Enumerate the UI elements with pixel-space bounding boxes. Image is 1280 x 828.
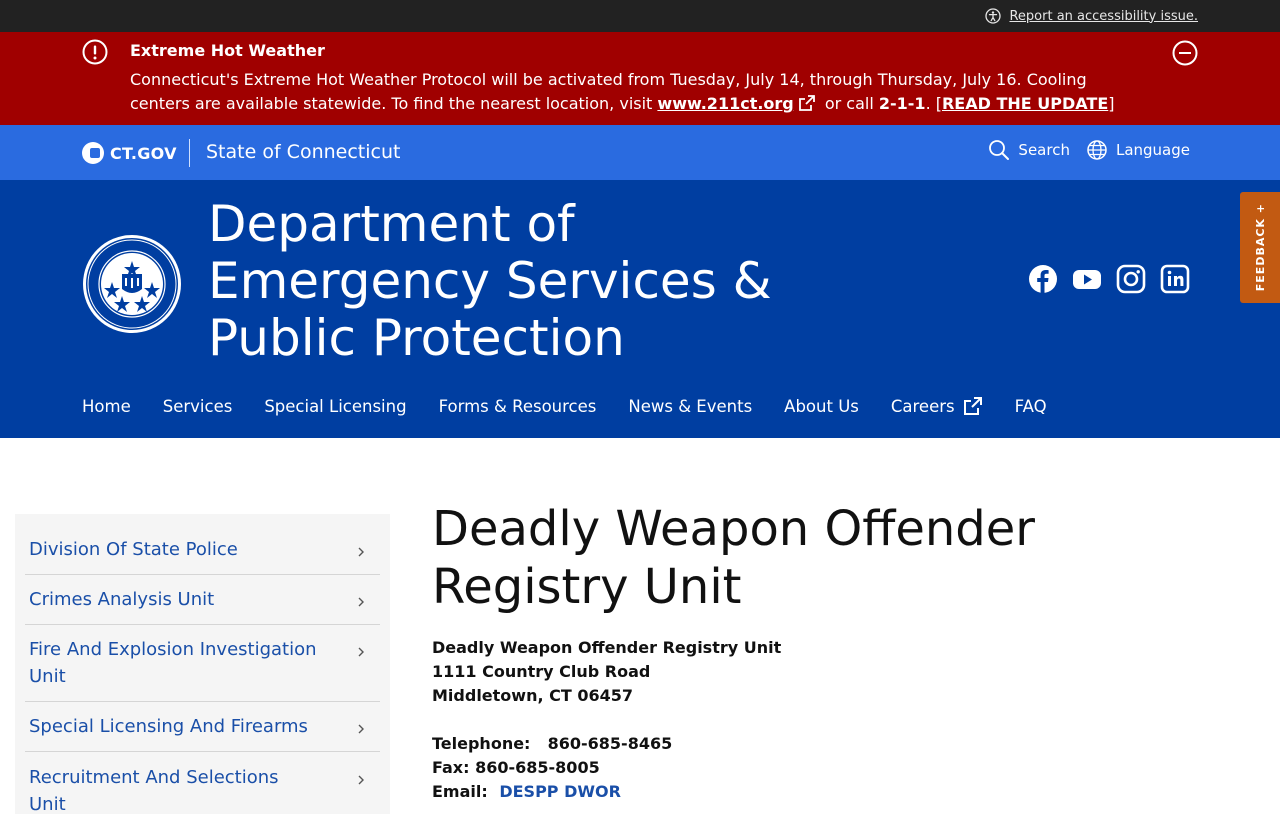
accessibility-report-link[interactable]: Report an accessibility issue. <box>985 6 1198 26</box>
accessibility-link-text: Report an accessibility issue. <box>1009 8 1198 24</box>
fax-label: Fax: <box>432 758 470 777</box>
sidebar-item-label: Special Licensing And Firearms <box>29 716 308 737</box>
ctgov-logo[interactable]: CT.GOV <box>82 141 177 165</box>
ctgov-bar: CT.GOV State of Connecticut Search Langu… <box>0 125 1280 180</box>
sidebar-item-label: Division Of State Police <box>29 539 238 560</box>
nav-news-events-label: News & Events <box>628 396 753 416</box>
chevron-right-icon <box>355 720 367 734</box>
ctgov-logo-text: CT.GOV <box>110 143 177 163</box>
utility-bar: Report an accessibility issue. <box>0 0 1280 32</box>
sidebar-item-special-licensing-firearms[interactable]: Special Licensing And Firearms <box>25 701 380 752</box>
email-label: Email: <box>432 782 488 801</box>
nav-news-events[interactable]: News & Events <box>628 397 752 416</box>
facebook-icon[interactable] <box>1028 264 1058 294</box>
sidebar-item-crimes-analysis-unit[interactable]: Crimes Analysis Unit <box>25 574 380 625</box>
alert-collapse-icon[interactable] <box>1172 40 1198 66</box>
unit-contact: Telephone: 860-685-8465 Fax: 860-685-800… <box>432 732 672 804</box>
alert-text-4: ] <box>1108 94 1115 113</box>
nav-forms-resources-label: Forms & Resources <box>438 396 597 416</box>
sidebar-item-division-of-state-police[interactable]: Division Of State Police <box>25 524 380 575</box>
search-icon <box>989 140 1010 160</box>
agency-title-line2: Emergency Services & <box>208 252 772 310</box>
nav-about-us[interactable]: About Us <box>784 397 859 416</box>
email-row: Email: DESPP DWOR <box>432 780 672 804</box>
linkedin-icon[interactable] <box>1160 264 1190 294</box>
youtube-icon[interactable] <box>1072 264 1102 294</box>
address-name: Deadly Weapon Offender Registry Unit <box>432 638 782 657</box>
ctbar-actions: Search Language <box>988 139 1190 161</box>
language-label: Language <box>1115 141 1190 159</box>
nav-forms-resources[interactable]: Forms & Resources <box>439 397 597 416</box>
alert-body: Connecticut's Extreme Hot Weather Protoc… <box>130 68 1140 116</box>
address-city: Middletown, CT 06457 <box>432 686 633 705</box>
nav-faq[interactable]: FAQ <box>1015 397 1047 416</box>
main-navigation: Home Services Special Licensing Forms & … <box>82 396 1047 416</box>
nav-careers-label: Careers <box>890 396 955 416</box>
globe-icon <box>1087 140 1107 160</box>
agency-title-line3: Public Protection <box>208 309 625 367</box>
sidebar-item-label: Fire And Explosion Investigation Unit <box>29 639 317 687</box>
sidebar-item-recruitment-selections[interactable]: Recruitment And Selections Unit <box>25 751 380 828</box>
nav-home-label: Home <box>82 396 131 416</box>
alert-text-3: . [ <box>925 94 942 113</box>
feedback-tab[interactable]: FEEDBACK + <box>1240 192 1280 303</box>
nav-about-us-label: About Us <box>784 396 859 416</box>
feedback-label: FEEDBACK + <box>1253 203 1267 292</box>
alert-211-link-text: www.211ct.org <box>657 94 794 113</box>
agency-title[interactable]: Department of Emergency Services & Publi… <box>208 196 808 367</box>
sidebar-item-fire-explosion-investigation[interactable]: Fire And Explosion Investigation Unit <box>25 624 380 702</box>
alert-exclamation-icon <box>82 39 108 65</box>
agency-header: Department of Emergency Services & Publi… <box>0 180 1280 438</box>
search-button[interactable]: Search <box>988 139 1070 161</box>
agency-seal-logo[interactable] <box>82 234 182 334</box>
email-link[interactable]: DESPP DWOR <box>499 782 621 801</box>
state-name-link[interactable]: State of Connecticut <box>206 141 400 163</box>
alert-211-link[interactable]: www.211ct.org <box>657 94 819 113</box>
fax-value: 860-685-8005 <box>475 758 600 777</box>
chevron-right-icon <box>355 543 367 557</box>
nav-faq-label: FAQ <box>1014 396 1047 416</box>
chevron-right-icon <box>355 643 367 657</box>
social-links <box>1028 264 1190 294</box>
unit-address: Deadly Weapon Offender Registry Unit 111… <box>432 636 781 708</box>
nav-services[interactable]: Services <box>163 397 233 416</box>
instagram-icon[interactable] <box>1116 264 1146 294</box>
nav-special-licensing[interactable]: Special Licensing <box>264 397 406 416</box>
search-label: Search <box>1018 141 1070 159</box>
telephone-row: Telephone: 860-685-8465 <box>432 732 672 756</box>
sidebar-nav: Division Of State Police Crimes Analysis… <box>15 514 390 815</box>
telephone-value: 860-685-8465 <box>547 734 673 753</box>
agency-title-line1: Department of <box>208 195 575 253</box>
alert-phone: 2-1-1 <box>878 94 926 113</box>
alert-update-link[interactable]: READ THE UPDATE <box>942 94 1108 113</box>
sidebar-item-label: Recruitment And Selections Unit <box>29 767 279 815</box>
nav-careers[interactable]: Careers <box>891 396 983 416</box>
accessibility-icon <box>985 8 1002 24</box>
alert-title: Extreme Hot Weather <box>130 41 325 60</box>
telephone-label: Telephone: <box>432 734 531 753</box>
chevron-right-icon <box>355 771 367 785</box>
weather-alert-banner: Extreme Hot Weather Connecticut's Extrem… <box>0 32 1280 125</box>
language-button[interactable]: Language <box>1086 139 1190 161</box>
alert-text-2: or call <box>819 94 879 113</box>
nav-services-label: Services <box>162 396 233 416</box>
address-street: 1111 Country Club Road <box>432 662 651 681</box>
external-link-icon <box>963 397 982 415</box>
nav-home[interactable]: Home <box>82 397 131 416</box>
external-link-icon <box>798 95 815 111</box>
chevron-right-icon <box>355 593 367 607</box>
page-title: Deadly Weapon Offender Registry Unit <box>432 501 1036 615</box>
nav-special-licensing-label: Special Licensing <box>264 396 407 416</box>
ctgov-logo-icon <box>82 142 104 164</box>
fax-row: Fax: 860-685-8005 <box>432 756 672 780</box>
ctbar-divider <box>189 139 190 167</box>
sidebar-item-label: Crimes Analysis Unit <box>29 589 215 610</box>
